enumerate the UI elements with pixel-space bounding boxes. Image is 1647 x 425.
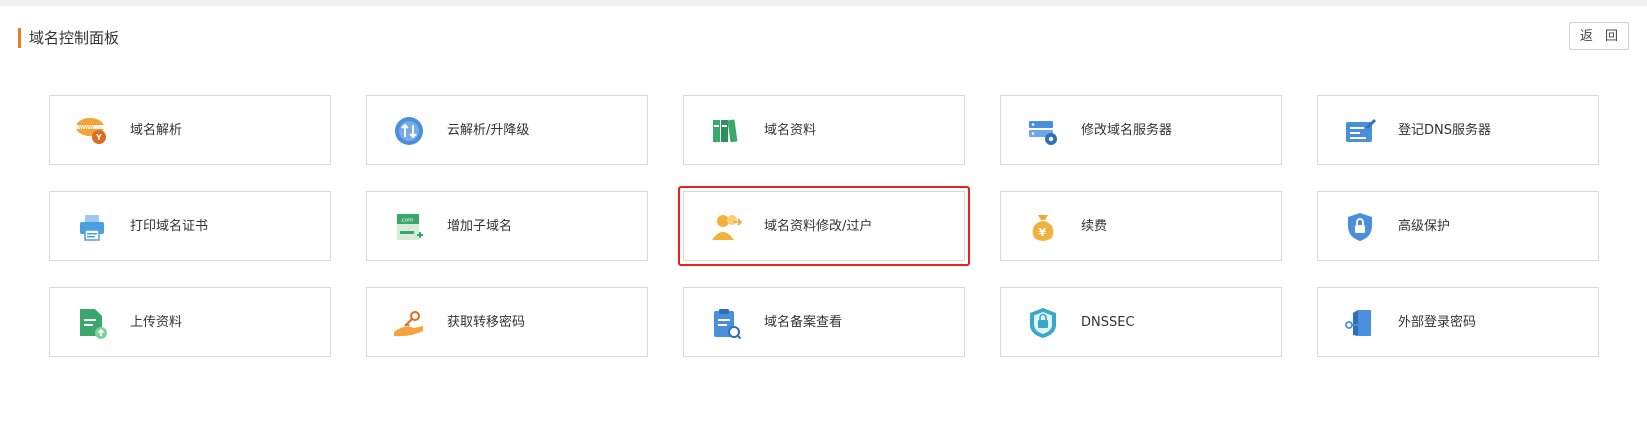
card-label: 域名解析 bbox=[130, 123, 183, 138]
card-add-subdomain[interactable]: .com 增加子域名 bbox=[366, 191, 648, 261]
upload-document-icon bbox=[80, 309, 107, 339]
card-label: 获取转移密码 bbox=[447, 315, 526, 330]
card-register-dns[interactable]: 登记DNS服务器 bbox=[1317, 95, 1599, 165]
money-bag-icon: ¥ bbox=[1032, 215, 1054, 241]
panel-header: 域名控制面板 返 回 bbox=[0, 22, 1647, 56]
top-strip bbox=[0, 0, 1647, 6]
card-icp-filing[interactable]: 域名备案查看 bbox=[683, 287, 965, 357]
hand-key-icon bbox=[394, 311, 423, 337]
clipboard-search-icon bbox=[714, 309, 742, 340]
www-dns-icon: WWW Y bbox=[76, 118, 106, 144]
shield-lock-icon bbox=[1348, 213, 1372, 241]
card-domain-info-transfer[interactable]: 域名资料修改/过户 bbox=[678, 186, 970, 266]
card-label: 增加子域名 bbox=[447, 219, 513, 234]
card-advanced-protection[interactable]: 高级保护 bbox=[1317, 191, 1599, 261]
title-accent-bar bbox=[18, 28, 21, 48]
card-label: 打印域名证书 bbox=[130, 219, 209, 234]
card-dnssec[interactable]: DNSSEC bbox=[1000, 287, 1282, 357]
card-print-certificate[interactable]: 打印域名证书 bbox=[49, 191, 331, 261]
card-domain-info[interactable]: 域名资料 bbox=[683, 95, 965, 165]
card-label: 修改域名服务器 bbox=[1081, 123, 1173, 138]
server-settings-icon bbox=[1029, 121, 1057, 145]
card-label: 域名资料修改/过户 bbox=[764, 219, 873, 234]
card-domain-resolution[interactable]: WWW Y 域名解析 bbox=[49, 95, 331, 165]
card-cloud-upgrade[interactable]: 云解析/升降级 bbox=[366, 95, 648, 165]
dnssec-badge-icon bbox=[1030, 308, 1056, 338]
user-transfer-icon bbox=[712, 215, 743, 240]
card-label: 云解析/升降级 bbox=[447, 123, 530, 138]
card-external-login-password[interactable]: 外部登录密码 bbox=[1317, 287, 1599, 357]
function-grid: WWW Y 域名解析 云解析/升降级 域名资料 修改域名服务器 登记DNS服务器… bbox=[49, 95, 1599, 361]
svg-text:WWW: WWW bbox=[79, 125, 94, 131]
card-renewal[interactable]: ¥ 续费 bbox=[1000, 191, 1282, 261]
card-label: DNSSEC bbox=[1081, 315, 1135, 330]
back-button[interactable]: 返 回 bbox=[1569, 22, 1629, 50]
card-label: 登记DNS服务器 bbox=[1398, 123, 1491, 138]
svg-text:Y: Y bbox=[95, 133, 102, 142]
door-key-icon bbox=[1345, 310, 1371, 336]
card-label: 外部登录密码 bbox=[1398, 315, 1477, 330]
register-dns-icon bbox=[1346, 119, 1376, 142]
card-modify-nameserver[interactable]: 修改域名服务器 bbox=[1000, 95, 1282, 165]
books-icon bbox=[713, 119, 738, 143]
card-get-transfer-code[interactable]: 获取转移密码 bbox=[366, 287, 648, 357]
printer-icon bbox=[80, 215, 104, 241]
card-label: 域名资料 bbox=[764, 123, 817, 138]
page-title: 域名控制面板 bbox=[29, 29, 120, 47]
svg-text:¥: ¥ bbox=[1039, 226, 1047, 239]
card-label: 上传资料 bbox=[130, 315, 183, 330]
svg-text:.com: .com bbox=[400, 218, 414, 224]
add-subdomain-icon: .com bbox=[397, 214, 423, 240]
card-label: 高级保护 bbox=[1398, 219, 1451, 234]
cloud-upgrade-icon bbox=[395, 117, 423, 145]
card-upload-documents[interactable]: 上传资料 bbox=[49, 287, 331, 357]
card-label: 域名备案查看 bbox=[764, 315, 843, 330]
card-label: 续费 bbox=[1081, 219, 1108, 234]
